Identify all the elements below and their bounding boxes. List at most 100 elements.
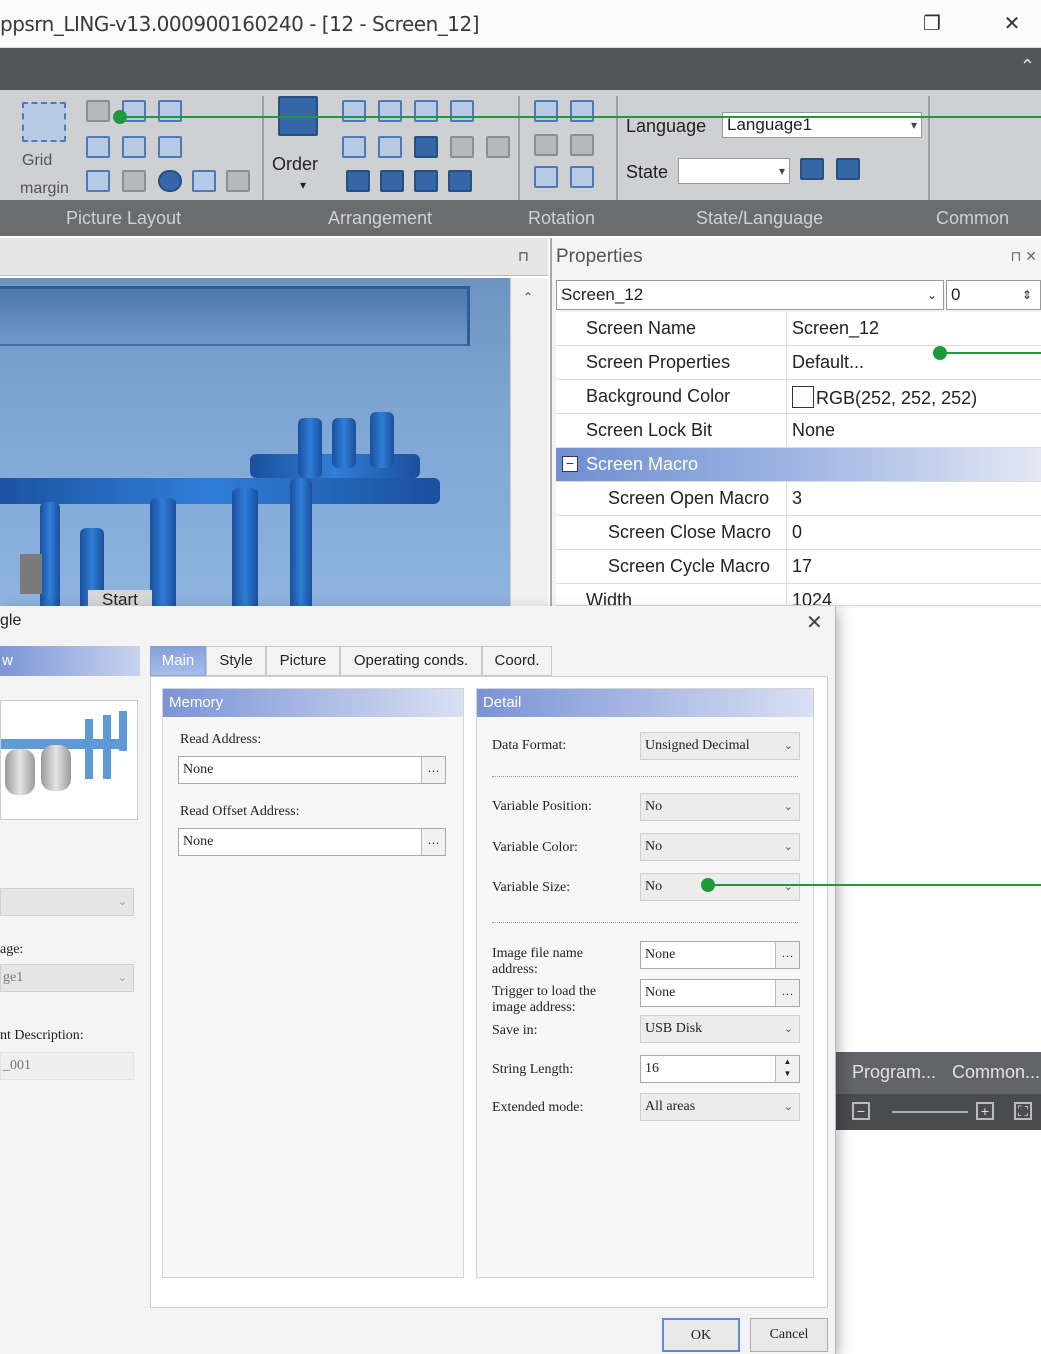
same-size-icon[interactable] [414, 136, 438, 158]
variable-position-select[interactable]: No ⌄ [640, 793, 800, 821]
state-select[interactable]: ▾ [678, 158, 790, 184]
trigger-label: Trigger to load the [492, 984, 597, 999]
pin-icon[interactable]: ⊓ [518, 248, 529, 265]
rotate-90-icon[interactable] [534, 166, 558, 188]
order-dropdown-icon[interactable]: ▾ [300, 178, 306, 192]
string-length-stepper[interactable]: 16 ▲ ▼ [640, 1055, 800, 1083]
property-row[interactable]: Background Color RGB(252, 252, 252) [556, 380, 1041, 414]
chevron-down-icon: ⌄ [783, 881, 793, 893]
zoom-in-icon[interactable]: + [976, 1102, 994, 1120]
property-row[interactable]: Screen Close Macro 0 [556, 516, 1041, 550]
restore-icon[interactable]: ❐ [914, 8, 950, 40]
tab-picture[interactable]: Picture [266, 646, 340, 676]
property-section-label: Screen Macro [586, 454, 699, 474]
object-index-spinner[interactable]: 0 ⇕ [946, 280, 1041, 310]
snap-grid-icon[interactable] [22, 102, 66, 142]
callout-dot [701, 878, 715, 892]
browse-button[interactable]: … [775, 942, 799, 968]
align-right-icon[interactable] [158, 100, 182, 122]
space-v-icon[interactable] [450, 100, 474, 122]
ok-button[interactable]: OK [662, 1318, 740, 1352]
browse-button[interactable]: … [421, 757, 445, 783]
variable-size-select[interactable]: No ⌄ [640, 873, 800, 901]
rotate-left-icon[interactable] [534, 100, 558, 122]
rotate-right-icon[interactable] [570, 100, 594, 122]
ungroup-icon[interactable] [486, 136, 510, 158]
tab-operating-conds[interactable]: Operating conds. [340, 646, 482, 676]
save-in-select[interactable]: USB Disk ⌄ [640, 1015, 800, 1043]
screen-canvas[interactable] [0, 278, 510, 608]
object-select[interactable]: Screen_12 ⌄ [556, 280, 944, 310]
state-next-icon[interactable] [836, 158, 860, 180]
pen-icon[interactable] [226, 170, 250, 192]
state-prev-icon[interactable] [800, 158, 824, 180]
flip-h-icon[interactable] [346, 170, 370, 192]
chevron-up-icon[interactable]: ⌃ [523, 290, 533, 304]
read-offset-field[interactable]: None … [178, 828, 446, 856]
mirror-h-icon[interactable] [534, 134, 558, 156]
variable-color-label: Variable Color: [492, 840, 578, 855]
color-swatch[interactable] [792, 386, 814, 408]
extended-mode-select[interactable]: All areas ⌄ [640, 1093, 800, 1121]
distribute-h-icon[interactable] [342, 100, 366, 122]
pipe-shape [0, 478, 440, 504]
browse-button[interactable]: … [421, 829, 445, 855]
zoom-slider[interactable] [892, 1111, 968, 1113]
expand-h-icon[interactable] [414, 170, 438, 192]
dialog-close-icon[interactable]: ✕ [806, 610, 823, 635]
property-row[interactable]: Screen Cycle Macro 17 [556, 550, 1041, 584]
property-section-header[interactable]: − Screen Macro [556, 448, 1041, 482]
variable-color-select[interactable]: No ⌄ [640, 833, 800, 861]
language-select[interactable]: ge1 ⌄ [0, 964, 134, 992]
expand-v-icon[interactable] [448, 170, 472, 192]
tab-coord[interactable]: Coord. [482, 646, 552, 676]
distribute-v-icon[interactable] [378, 100, 402, 122]
zoom-out-icon[interactable]: − [852, 1102, 870, 1120]
left-select-1[interactable]: ⌄ [0, 888, 134, 916]
move-icon[interactable] [192, 170, 216, 192]
preview-tank [5, 749, 35, 795]
align-bottom-icon[interactable] [158, 136, 182, 158]
order-label: Order [272, 154, 319, 174]
collapse-icon[interactable]: − [562, 456, 578, 472]
cancel-button[interactable]: Cancel [750, 1318, 828, 1352]
up-down-icon[interactable]: ▲ ▼ [775, 1056, 799, 1082]
image-file-field[interactable]: None … [640, 941, 800, 969]
tab-common[interactable]: Common... [952, 1062, 1040, 1083]
collapse-ribbon-icon[interactable]: ⌃ [1020, 56, 1035, 77]
tab-style[interactable]: Style [206, 646, 266, 676]
comment-field[interactable]: _001 [0, 1052, 134, 1080]
read-address-field[interactable]: None … [178, 756, 446, 784]
size-same-icon[interactable] [86, 170, 110, 192]
up-down-icon[interactable]: ⇕ [1022, 281, 1032, 309]
tab-main[interactable]: Main [150, 646, 206, 676]
property-row[interactable]: Width 1024 [556, 584, 1041, 606]
properties-pin-close-icon[interactable]: ⊓ ✕ [1010, 248, 1037, 265]
property-row[interactable]: Screen Lock Bit None [556, 414, 1041, 448]
rotate-180-icon[interactable] [570, 166, 594, 188]
space-h-icon[interactable] [414, 100, 438, 122]
circle-icon[interactable] [158, 170, 182, 192]
property-row[interactable]: Screen Open Macro 3 [556, 482, 1041, 516]
object-index-value: 0 [951, 285, 961, 304]
canvas-scrollbar[interactable]: ⌃ [510, 278, 548, 608]
browse-button[interactable]: … [775, 980, 799, 1006]
tab-program[interactable]: Program... [852, 1062, 936, 1083]
close-icon[interactable]: ✕ [994, 8, 1030, 40]
flip-v-icon[interactable] [380, 170, 404, 192]
center-icon[interactable] [122, 170, 146, 192]
align-left-icon[interactable] [86, 100, 110, 122]
fit-screen-icon[interactable]: ⛶ [1014, 1102, 1032, 1120]
same-height-icon[interactable] [378, 136, 402, 158]
pipe-shape [290, 478, 312, 608]
align-middle-icon[interactable] [122, 136, 146, 158]
same-width-icon[interactable] [342, 136, 366, 158]
group-icon[interactable] [450, 136, 474, 158]
trigger-field[interactable]: None … [640, 979, 800, 1007]
mirror-v-icon[interactable] [570, 134, 594, 156]
align-top-icon[interactable] [86, 136, 110, 158]
data-format-select[interactable]: Unsigned Decimal ⌄ [640, 732, 800, 760]
memory-header: Memory [163, 689, 463, 717]
property-row[interactable]: Screen Name Screen_12 [556, 312, 1041, 346]
callout-dot [113, 110, 127, 124]
